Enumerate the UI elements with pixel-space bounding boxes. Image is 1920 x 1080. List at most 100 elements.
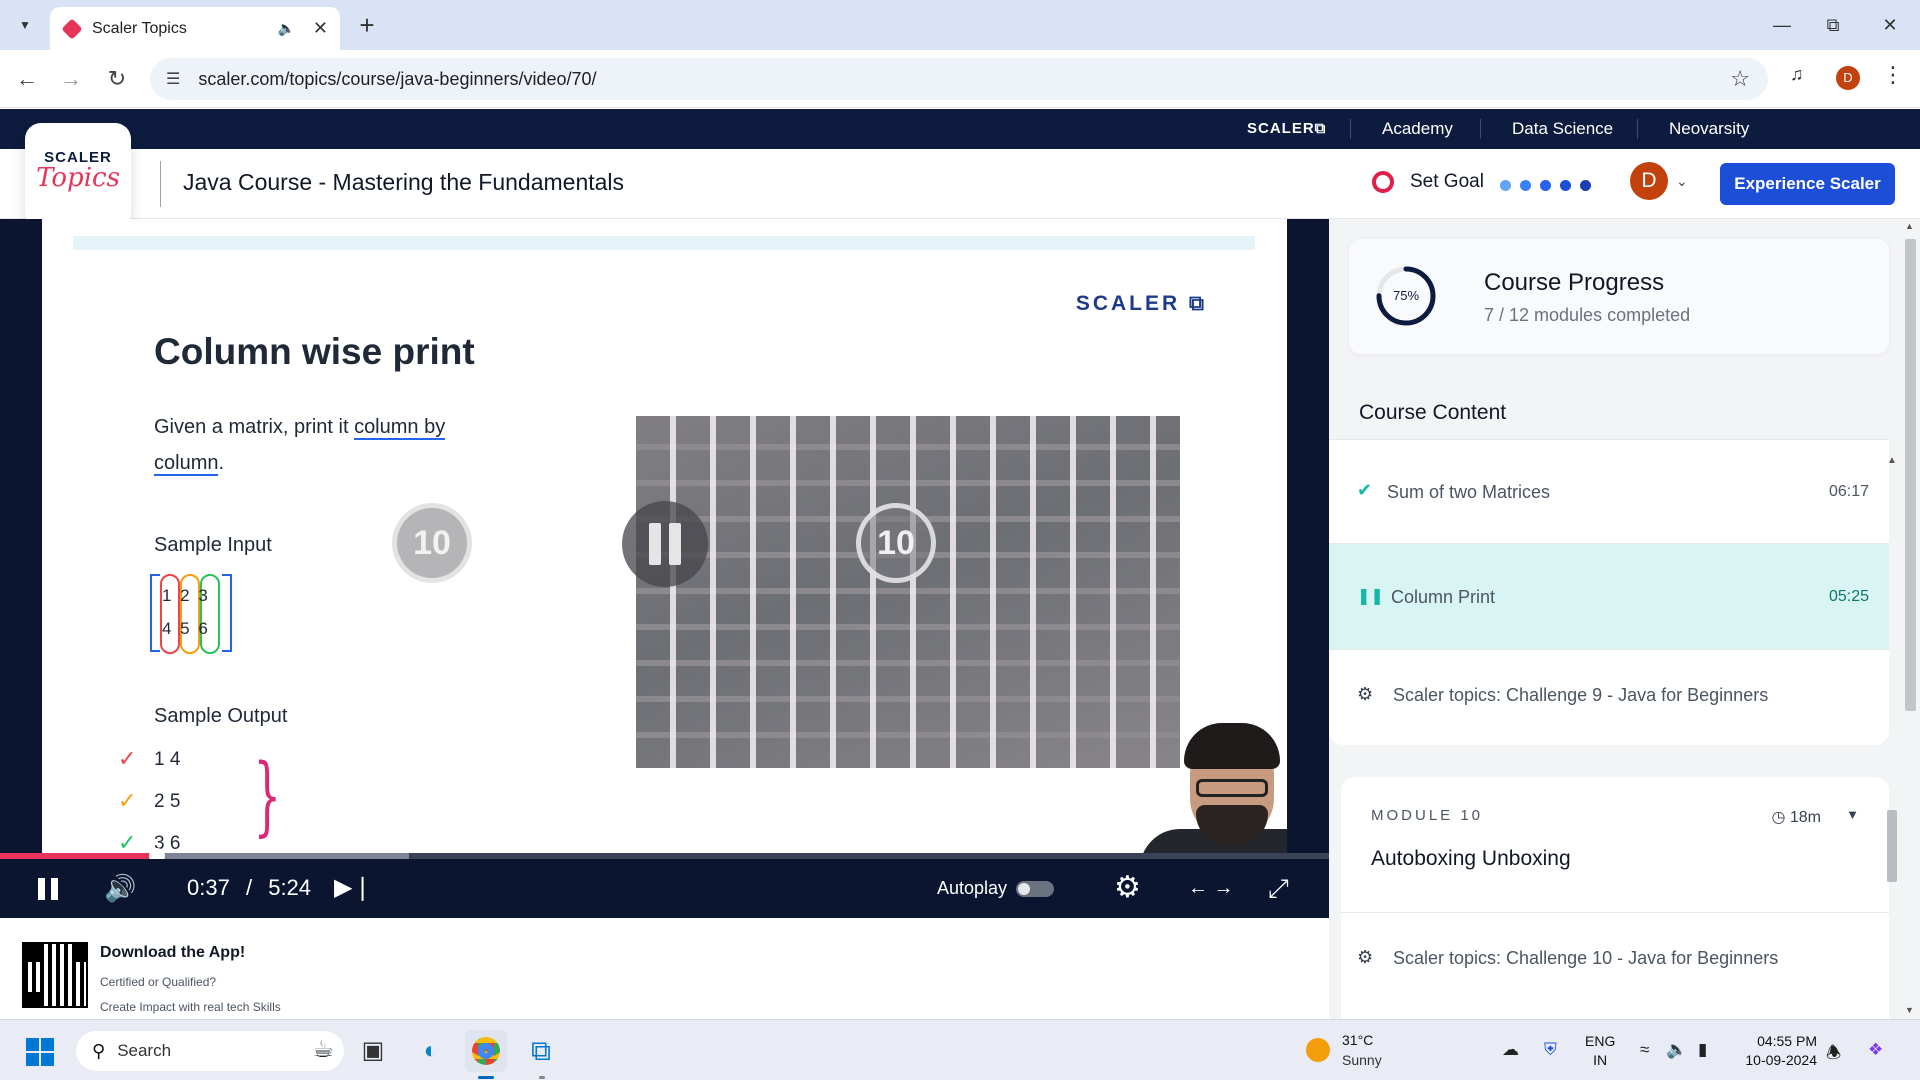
output-row: 2 5 [154, 791, 181, 812]
autoplay-toggle[interactable] [1016, 881, 1054, 897]
chrome-icon[interactable] [465, 1030, 507, 1072]
forward-button[interactable]: → [56, 64, 86, 94]
scroll-up-arrow-icon[interactable]: ▲ [1905, 221, 1914, 231]
security-shield-icon[interactable]: ⛨ [1544, 1040, 1557, 1060]
matrix-row: 4 5 6 [162, 619, 210, 638]
tab-close-icon[interactable]: ✕ [313, 18, 328, 39]
windows-start-icon[interactable] [26, 1038, 54, 1066]
lesson-item-active[interactable]: ❚❚ Column Print 05:25 [1329, 543, 1889, 649]
wifi-icon[interactable]: ≈ [1640, 1040, 1649, 1060]
nav-neovarsity[interactable]: Neovarsity [1669, 109, 1749, 149]
time-display: 0:37 / 5:24 [187, 871, 311, 905]
goal-streak-dot [1560, 180, 1571, 191]
video-player[interactable]: SCALER ⧉ Column wise print Given a matri… [0, 219, 1329, 918]
volume-icon[interactable]: 🔊 [104, 871, 136, 905]
nav-academy[interactable]: Academy [1382, 109, 1453, 149]
center-pause-button[interactable] [622, 501, 708, 587]
scroll-thumb[interactable] [1905, 239, 1916, 711]
goal-target-icon[interactable] [1372, 171, 1394, 193]
check-mark-icon: ✓ [118, 788, 137, 813]
nav-data-science[interactable]: Data Science [1512, 109, 1613, 149]
app-download-line1: Certified or Qualified? [100, 975, 217, 989]
lesson-item[interactable]: ✔ Sum of two Matrices 06:17 [1329, 439, 1889, 543]
theater-mode-icon[interactable]: ← → [1188, 871, 1234, 905]
running-app-indicator [539, 1076, 545, 1079]
tab-audio-icon[interactable]: 🔈 [277, 20, 294, 37]
lesson-title: Sum of two Matrices [1387, 482, 1551, 502]
user-avatar[interactable]: D [1630, 162, 1668, 200]
cloud-sync-icon[interactable]: ☁ [1502, 1040, 1519, 1060]
scroll-thumb[interactable] [1887, 810, 1897, 882]
progress-title: Course Progress [1484, 269, 1665, 296]
scroll-down-arrow-icon[interactable]: ▼ [1905, 1005, 1914, 1015]
system-clock[interactable]: 04:55 PM 10-09-2024 [1735, 1032, 1817, 1070]
new-tab-button[interactable]: + [352, 10, 382, 40]
course-progress-card: 75% Course Progress 7 / 12 modules compl… [1349, 239, 1889, 354]
tab-search-chevron-icon[interactable]: ▼ [10, 12, 40, 38]
restore-button[interactable]: ⧉ [1813, 10, 1853, 40]
search-highlight-icon: ☕ [312, 1036, 334, 1063]
site-info-icon[interactable]: ☰ [166, 69, 180, 89]
vscode-icon[interactable]: ⧉ [520, 1030, 562, 1072]
lesson-item[interactable]: ⚙ Scaler topics: Challenge 10 - Java for… [1341, 912, 1889, 1019]
browser-tab[interactable]: Scaler Topics 🔈 ✕ [50, 7, 340, 50]
weather-temperature: 31°C [1342, 1032, 1374, 1048]
settings-gear-icon[interactable]: ⚙ [1114, 871, 1141, 905]
sample-input-matrix: 1 2 3 4 5 6 [150, 574, 234, 654]
grid-cells [636, 416, 1180, 768]
goal-streak-dot [1500, 180, 1511, 191]
close-window-button[interactable]: ✕ [1870, 10, 1910, 40]
player-controls: 🔊 0:37 / 5:24 ▶❘ Autoplay ⚙ ← → ⤢ [0, 859, 1329, 918]
edge-icon[interactable]: ◐ [410, 1030, 452, 1072]
active-app-indicator [478, 1076, 494, 1079]
challenge-icon: ⚙ [1357, 947, 1374, 967]
fullscreen-icon[interactable]: ⤢ [1268, 871, 1289, 905]
speaker-icon[interactable]: 🔈 [1666, 1040, 1687, 1060]
address-bar[interactable]: ☰ scaler.com/topics/course/java-beginner… [150, 58, 1768, 100]
minimize-button[interactable]: — [1762, 10, 1802, 40]
search-icon: ⚲ [92, 1040, 106, 1061]
logo-text-bottom: Topics [36, 163, 120, 193]
media-control-icon[interactable]: ♫ [1790, 64, 1804, 85]
scaler-topics-logo[interactable]: SCALER Topics [25, 123, 131, 229]
bookmark-star-icon[interactable]: ☆ [1730, 66, 1750, 92]
set-goal-button[interactable]: Set Goal [1410, 171, 1484, 193]
lesson-item[interactable]: ⚙ Scaler topics: Challenge 9 - Java for … [1329, 649, 1889, 745]
url-text[interactable]: scaler.com/topics/course/java-beginners/… [198, 69, 596, 90]
seek-back-10-button[interactable]: 10 [392, 503, 472, 583]
pause-button[interactable] [36, 871, 62, 905]
reload-button[interactable]: ↻ [102, 64, 132, 94]
app-download-banner[interactable]: Download the App! Certified or Qualified… [0, 918, 1329, 1019]
weather-sun-icon[interactable] [1306, 1038, 1330, 1062]
browser-menu-icon[interactable]: ⋮ [1882, 62, 1904, 88]
next-video-icon[interactable]: ▶❘ [334, 871, 373, 905]
scaler-brand-link[interactable]: SCALER⧉ [1247, 109, 1326, 149]
course-sidebar: 75% Course Progress 7 / 12 modules compl… [1329, 219, 1920, 1019]
lesson-title: Scaler topics: Challenge 9 - Java for Be… [1393, 685, 1769, 705]
task-view-icon[interactable]: ▣ [352, 1030, 394, 1072]
sidebar-scrollbar[interactable]: ▲ ▼ [1901, 219, 1920, 1019]
module-header[interactable]: MODULE 10 Autoboxing Unboxing ◷ 18m ▼ [1341, 777, 1889, 912]
nav-divider [1480, 119, 1481, 139]
taskbar-search[interactable]: ⚲ Search ☕ [76, 1031, 344, 1071]
back-button[interactable]: ← [12, 64, 42, 94]
content-scrollbar[interactable]: ▲ [1885, 455, 1899, 882]
battery-icon[interactable]: ▮ [1698, 1040, 1707, 1060]
slide-header-band [73, 236, 1255, 250]
goal-streak-dot [1540, 180, 1551, 191]
experience-scaler-button[interactable]: Experience Scaler [1720, 163, 1895, 205]
scroll-up-arrow-icon[interactable]: ▲ [1887, 455, 1897, 466]
copilot-icon[interactable]: ❖ [1868, 1040, 1883, 1060]
lesson-duration: 06:17 [1828, 483, 1869, 500]
language-indicator[interactable]: ENG IN [1585, 1032, 1615, 1070]
browser-profile-avatar[interactable]: D [1836, 66, 1860, 90]
seek-forward-10-button[interactable]: 10 [856, 503, 936, 583]
lesson-title: Scaler topics: Challenge 10 - Java for B… [1393, 948, 1779, 968]
clock-icon: ◷ [1771, 809, 1790, 826]
windows-taskbar: ⚲ Search ☕ ▣ ◐ ⧉ 31°C Sunny ☁ ⛨ ENG IN ≈… [0, 1019, 1920, 1080]
chevron-down-icon[interactable]: ⌄ [1676, 173, 1688, 190]
progress-subtitle: 7 / 12 modules completed [1484, 305, 1691, 325]
notification-bell-icon[interactable]: 🕭 [1826, 1040, 1841, 1069]
webcam-glasses [1196, 779, 1268, 797]
chevron-down-icon[interactable]: ▼ [1846, 807, 1859, 822]
